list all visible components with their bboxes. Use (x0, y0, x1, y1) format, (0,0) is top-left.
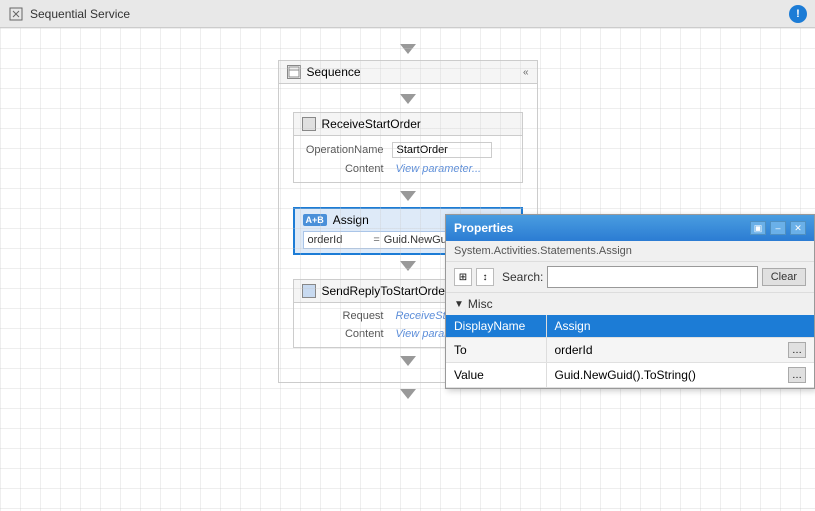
send-reply-label: SendReplyToStartOrder (322, 284, 449, 298)
receive-body: OperationName StartOrder Content View pa… (294, 136, 522, 182)
properties-table: DisplayName Assign To orderId … (446, 315, 814, 388)
arrow-inner-4 (400, 356, 416, 366)
panel-close-button[interactable]: ✕ (790, 221, 806, 235)
section-expand-icon[interactable]: ▼ (454, 299, 464, 310)
table-row-to[interactable]: To orderId … (446, 338, 814, 363)
panel-controls: ▣ – ✕ (750, 221, 806, 235)
search-input[interactable] (547, 266, 757, 288)
arrow-bottom (400, 389, 416, 399)
arrow-inner-3 (400, 261, 416, 271)
sequence-icon (287, 65, 301, 79)
clear-button[interactable]: Clear (762, 268, 806, 286)
arrow-inner-1 (400, 94, 416, 104)
canvas-area: Sequence « ReceiveStartOrder (0, 28, 815, 511)
prop-name-value: Value (446, 363, 546, 388)
panel-subtitle: System.Activities.Statements.Assign (446, 241, 814, 262)
prop-name-to: To (446, 338, 546, 363)
assign-badge: A+B (303, 214, 327, 226)
prop-value-container: Guid.NewGuid().ToString() … (555, 367, 807, 383)
panel-toolbar: ⊞ ↕ Search: Clear (446, 262, 814, 293)
prop-value-ellipsis-button[interactable]: … (788, 367, 806, 383)
title-bar-icon (8, 6, 24, 22)
receive-operation-value: StartOrder (392, 142, 492, 158)
toolbar-grid-icon[interactable]: ⊞ (454, 268, 472, 286)
send-request-label: Request (302, 310, 392, 322)
prop-value-text: Guid.NewGuid().ToString() (555, 368, 696, 382)
send-content-label: Content (302, 328, 392, 340)
receive-icon (302, 117, 316, 131)
prop-to-container: orderId … (555, 342, 807, 358)
panel-title: Properties (454, 221, 513, 235)
receive-prop-operation: OperationName StartOrder (302, 140, 514, 160)
properties-panel: Properties ▣ – ✕ System.Activities.State… (445, 214, 815, 389)
section-name: Misc (468, 297, 493, 311)
receive-block[interactable]: ReceiveStartOrder OperationName StartOrd… (293, 112, 523, 183)
prop-to-ellipsis-button[interactable]: … (788, 342, 806, 358)
prop-value-displayname: Assign (546, 315, 814, 338)
arrow-inner-2 (400, 191, 416, 201)
sequence-label: Sequence (307, 65, 361, 79)
arrow-top (400, 44, 416, 54)
sequence-header: Sequence « (279, 61, 537, 84)
assign-equals: = (369, 234, 383, 246)
search-label: Search: (502, 270, 543, 284)
prop-value-to: orderId … (546, 338, 814, 363)
receive-header: ReceiveStartOrder (294, 113, 522, 136)
receive-prop-content: Content View parameter... (302, 160, 514, 178)
prop-name-displayname: DisplayName (446, 315, 546, 338)
info-icon: ! (789, 5, 807, 23)
main-area: Sequence « ReceiveStartOrder (0, 28, 815, 511)
receive-label: ReceiveStartOrder (322, 117, 421, 131)
prop-value-value: Guid.NewGuid().ToString() … (546, 363, 814, 388)
prop-to-text: orderId (555, 343, 593, 357)
receive-operation-label: OperationName (302, 144, 392, 156)
title-bar: Sequential Service ! (0, 0, 815, 28)
panel-pin-button[interactable]: ▣ (750, 221, 766, 235)
sequence-collapse-icon[interactable]: « (523, 67, 529, 78)
send-reply-icon (302, 284, 316, 298)
assign-variable: orderId (308, 234, 370, 246)
table-row-displayname[interactable]: DisplayName Assign (446, 315, 814, 338)
sequence-header-left: Sequence (287, 65, 361, 79)
title-bar-title: Sequential Service (30, 7, 789, 21)
assign-label: Assign (333, 213, 369, 227)
panel-title-bar: Properties ▣ – ✕ (446, 215, 814, 241)
receive-content-link[interactable]: View parameter... (392, 162, 492, 176)
receive-content-label: Content (302, 163, 392, 175)
table-row-value[interactable]: Value Guid.NewGuid().ToString() … (446, 363, 814, 388)
panel-body: ▼ Misc DisplayName Assign To o (446, 293, 814, 388)
misc-section-header: ▼ Misc (446, 293, 814, 315)
toolbar-sort-icon[interactable]: ↕ (476, 268, 494, 286)
panel-minimize-button[interactable]: – (770, 221, 786, 235)
